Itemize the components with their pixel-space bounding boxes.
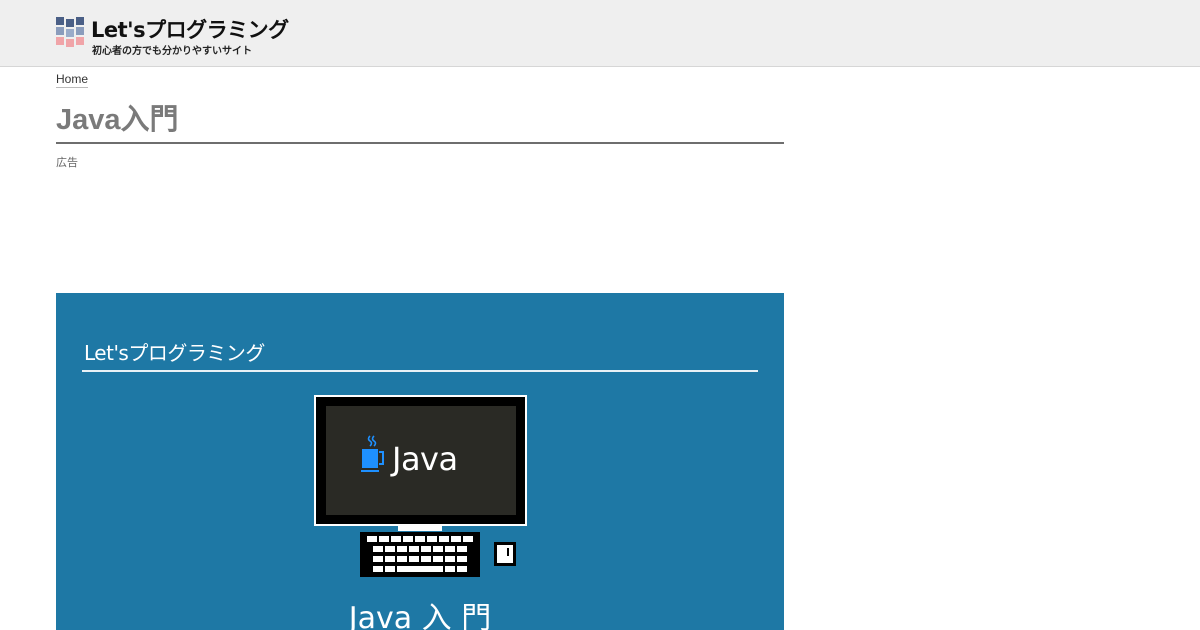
keyboard-key [385,566,395,572]
keyboard-key [439,536,449,542]
keyboard-key [463,536,473,542]
logo-square [66,19,74,27]
page-title: Java入門 [56,102,784,144]
keyboard-key [421,556,431,562]
ad-label: 広告 [56,157,78,169]
site-tagline: 初心者の方でも分かりやすいサイト [92,46,252,57]
logo-square [76,27,84,35]
logo-square [76,17,84,25]
keyboard-key [385,556,395,562]
keyboard-key [457,556,467,562]
keyboard-key [445,556,455,562]
keyboard-key [373,546,383,552]
keyboard-key [457,546,467,552]
hero-brand-title: Let'sプログラミング [84,341,265,365]
hero-banner: Let'sプログラミング Java Java 入 門 [56,293,784,630]
monitor-illustration: Java [314,395,527,526]
keyboard-key [433,546,443,552]
logo-square [56,17,64,25]
logo-square [66,29,74,37]
site-header: Let'sプログラミング 初心者の方でも分かりやすいサイト [0,0,1200,67]
breadcrumb-home-link[interactable]: Home [56,72,89,88]
keyboard-key [445,546,455,552]
logo-square [56,37,64,45]
keyboard-key [373,556,383,562]
site-title: Let'sプログラミング [91,18,289,42]
monitor-stand [398,526,442,531]
java-cup-icon [361,435,384,472]
keyboard-key [397,546,407,552]
keyboard-key [415,536,425,542]
keyboard-key [367,536,377,542]
keyboard-key [385,546,395,552]
logo-squares-icon [56,17,86,49]
keyboard-illustration [360,532,480,577]
java-screen-text: Java [392,440,458,478]
keyboard-key [397,556,407,562]
keyboard-key [427,536,437,542]
keyboard-key [433,556,443,562]
hero-divider [82,370,758,372]
keyboard-key [403,536,413,542]
keyboard-key [379,536,389,542]
logo-square [56,27,64,35]
logo-square [66,39,74,47]
keyboard-key [397,566,443,572]
hero-caption: Java 入 門 [348,601,492,630]
keyboard-key [409,546,419,552]
keyboard-key [391,536,401,542]
keyboard-key [451,536,461,542]
mouse-body [497,545,513,563]
monitor-bezel: Java [316,397,525,524]
keyboard-key [445,566,455,572]
keyboard-key [457,566,467,572]
mouse-illustration [494,542,516,566]
logo-square [76,37,84,45]
mouse-wheel [507,548,509,556]
keyboard-key [409,556,419,562]
monitor-screen: Java [326,406,516,515]
keyboard-key [421,546,431,552]
keyboard-key [373,566,383,572]
